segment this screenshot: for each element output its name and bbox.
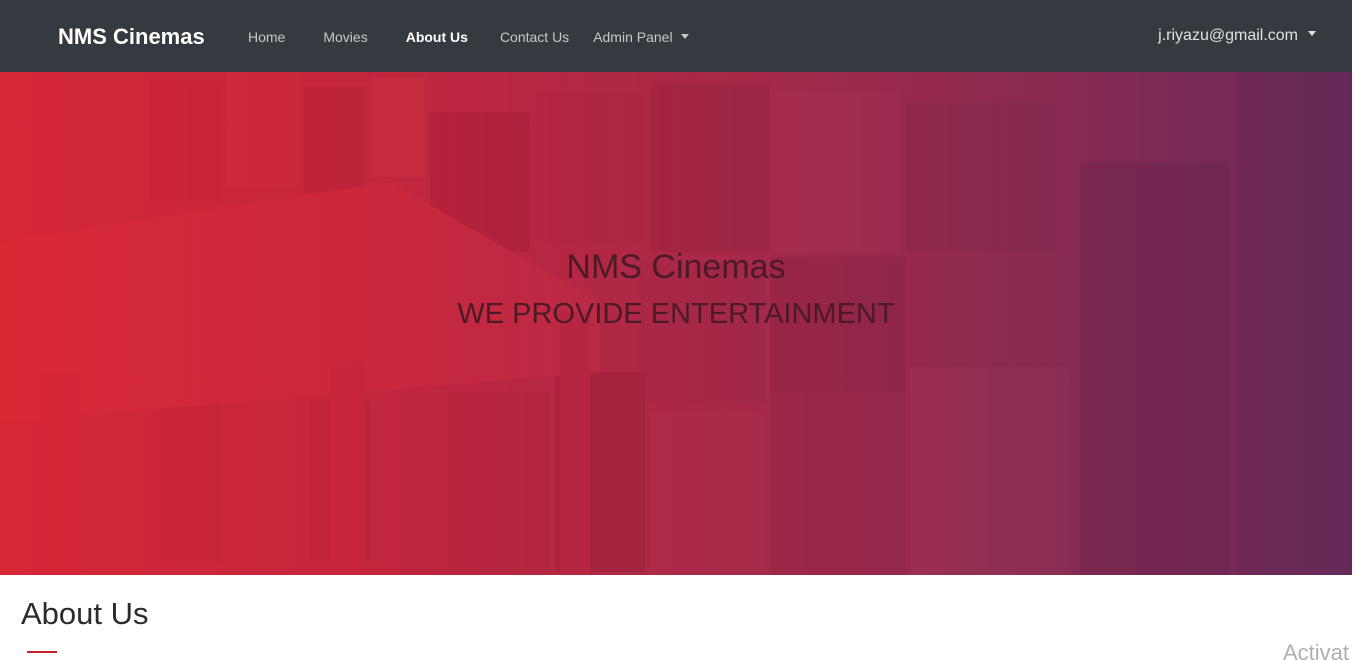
page-scrollbar-gutter[interactable]	[1352, 0, 1358, 660]
chevron-down-icon	[1308, 31, 1316, 37]
nav-about-link[interactable]: About Us	[406, 29, 468, 45]
user-email: j.riyazu@gmail.com	[1158, 27, 1298, 44]
nav-home-link[interactable]: Home	[248, 29, 285, 45]
admin-panel-label: Admin Panel	[593, 29, 673, 45]
page: NMS Cinemas Home Movies About Us Contact…	[0, 0, 1358, 660]
admin-panel-dropdown[interactable]: Admin Panel	[593, 29, 689, 45]
nav-links: Home Movies About Us Contact Us Admin Pa…	[248, 29, 727, 45]
nav-contact-link[interactable]: Contact Us	[500, 29, 569, 45]
hero-banner: NMS Cinemas WE PROVIDE ENTERTAINMENT	[0, 72, 1352, 575]
brand-link[interactable]: NMS Cinemas	[58, 24, 205, 50]
hero-title: NMS Cinemas	[566, 248, 786, 286]
user-account-dropdown[interactable]: j.riyazu@gmail.com	[1158, 27, 1316, 45]
nav-movies-link[interactable]: Movies	[323, 29, 367, 45]
chevron-down-icon	[680, 33, 689, 39]
top-navbar: NMS Cinemas Home Movies About Us Contact…	[0, 0, 1352, 72]
hero-subtitle: WE PROVIDE ENTERTAINMENT	[457, 298, 895, 330]
heading-underline	[27, 651, 57, 653]
about-us-heading: About Us	[21, 596, 149, 631]
activation-watermark: Activat	[1283, 640, 1350, 660]
